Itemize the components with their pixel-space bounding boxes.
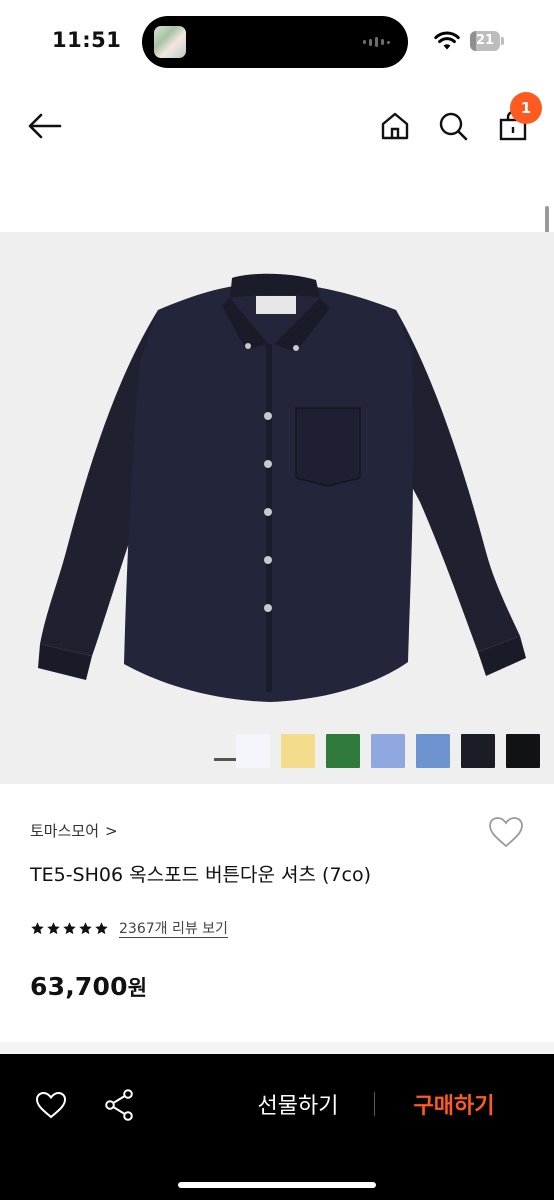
product-image-carousel[interactable] (0, 232, 554, 784)
review-link[interactable]: 2367개 리뷰 보기 (119, 918, 228, 938)
rating-row: 2367개 리뷰 보기 (30, 918, 228, 938)
star-icon (79, 921, 92, 934)
product-info: 토마스모어 > TE5-SH06 옥스포드 버튼다운 셔츠 (7co) 2367… (0, 784, 554, 1042)
section-divider (0, 1042, 554, 1054)
home-indicator[interactable] (178, 1182, 376, 1188)
gift-button[interactable]: 선물하기 (232, 1082, 364, 1126)
wishlist-button[interactable] (30, 1084, 72, 1126)
color-swatch-list (236, 734, 540, 768)
color-swatch[interactable] (236, 734, 270, 768)
heart-icon (35, 1091, 67, 1119)
color-swatch[interactable] (506, 734, 540, 768)
button-divider (374, 1092, 375, 1116)
back-button[interactable] (22, 104, 68, 148)
battery-percent: 21 (475, 33, 495, 48)
price-value: 63,700 (30, 972, 128, 1001)
buy-button[interactable]: 구매하기 (388, 1082, 520, 1126)
search-button[interactable] (430, 104, 476, 148)
top-app-bar (0, 90, 554, 162)
product-photo (38, 273, 526, 702)
share-icon (105, 1089, 133, 1121)
color-swatch[interactable] (461, 734, 495, 768)
arrow-left-icon (28, 113, 62, 139)
status-time: 11:51 (52, 28, 122, 52)
color-swatch[interactable] (416, 734, 450, 768)
bottom-action-bar: 선물하기 구매하기 (0, 1054, 554, 1200)
audio-waveform-icon (363, 37, 390, 47)
heart-outline-icon (489, 817, 523, 848)
star-icon (31, 921, 44, 934)
star-icon (63, 921, 76, 934)
cart-count-badge: 1 (510, 92, 542, 124)
star-icon (47, 921, 60, 934)
star-rating (30, 921, 109, 936)
product-title: TE5-SH06 옥스포드 버튼다운 셔츠 (7co) (30, 864, 372, 886)
color-swatch[interactable] (326, 734, 360, 768)
share-button[interactable] (98, 1084, 140, 1126)
home-icon (381, 112, 409, 140)
battery-icon: 21 (470, 31, 504, 51)
color-swatch[interactable] (371, 734, 405, 768)
price-unit: 원 (127, 976, 148, 1000)
color-swatch[interactable] (281, 734, 315, 768)
dynamic-island[interactable] (142, 16, 408, 68)
brand-name: 토마스모어 (30, 822, 100, 840)
price: 63,700원 (30, 972, 147, 1002)
now-playing-thumbnail (154, 26, 186, 58)
star-icon (95, 921, 108, 934)
brand-link[interactable]: 토마스모어 > (30, 820, 118, 841)
status-bar: 11:51 21 (0, 0, 554, 84)
wishlist-heart-button[interactable] (486, 812, 526, 852)
wifi-icon (434, 31, 460, 50)
home-button[interactable] (372, 104, 418, 148)
chevron-right-icon: > (105, 821, 118, 840)
search-icon (439, 112, 468, 141)
